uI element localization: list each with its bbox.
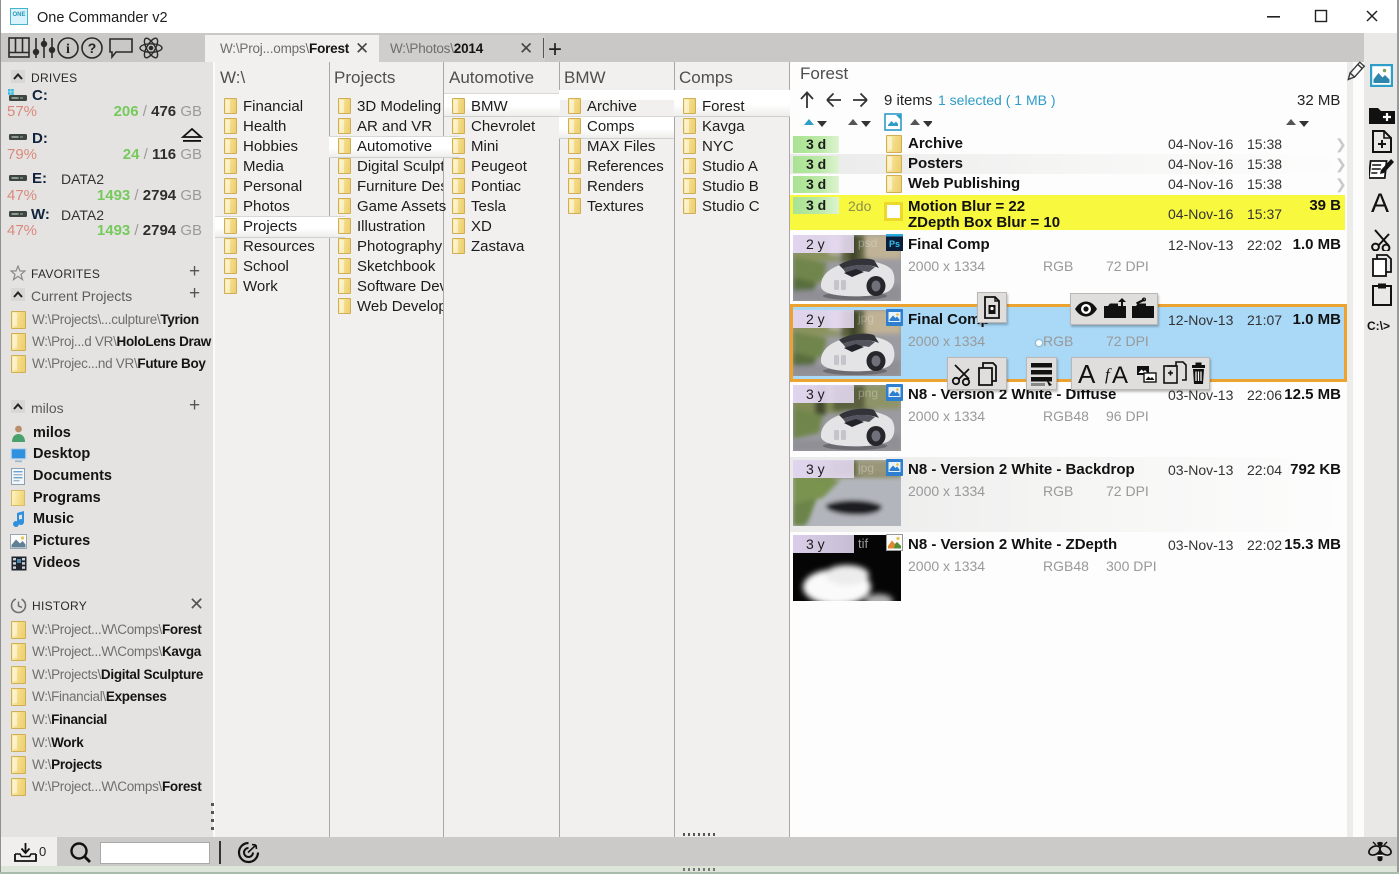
- svg-text:A: A: [1078, 360, 1096, 388]
- svg-text:f: f: [1105, 365, 1112, 384]
- svg-text:?: ?: [88, 40, 97, 56]
- svg-text:A: A: [1112, 362, 1128, 388]
- svg-text:i: i: [66, 42, 70, 57]
- svg-text:Ps: Ps: [889, 239, 900, 249]
